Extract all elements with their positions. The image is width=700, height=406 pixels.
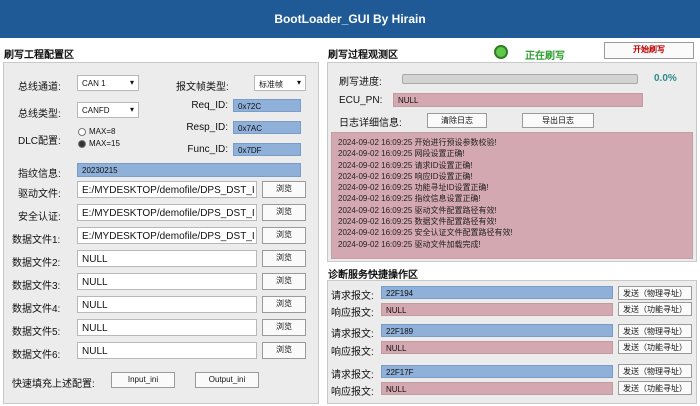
- req-field-2[interactable]: 22F189: [381, 324, 613, 337]
- observe-section-title: 刷写过程观测区: [328, 50, 398, 61]
- dlc-max8-label: MAX=8: [89, 127, 116, 136]
- resp-field-2[interactable]: NULL: [381, 341, 613, 354]
- config-section-title: 刷写工程配置区: [4, 50, 74, 61]
- clear-log-button[interactable]: 清除日志: [427, 113, 487, 128]
- send-physical-button-3[interactable]: 发送（物理寻址）: [618, 364, 692, 378]
- resp-label-3: 响应报文:: [331, 387, 374, 398]
- dlc-max15-label: MAX=15: [89, 139, 120, 148]
- progress-bar: [402, 74, 638, 84]
- browse-button-driver[interactable]: 浏览: [262, 181, 306, 198]
- status-indicator-icon: [494, 45, 508, 59]
- resp-label-1: 响应报文:: [331, 308, 374, 319]
- dlc-max8-radio[interactable]: [78, 128, 86, 136]
- title-bar: BootLoader_GUI By Hirain: [0, 0, 700, 38]
- req-id-field[interactable]: 0x72C: [233, 99, 301, 112]
- progress-percent: 0.0%: [654, 73, 677, 84]
- send-physical-button-1[interactable]: 发送（物理寻址）: [618, 286, 692, 300]
- log-line: 2024-09-02 16:09:25 响应ID设置正确!: [338, 171, 473, 181]
- log-line: 2024-09-02 16:09:25 驱动文件加载完成!: [338, 239, 481, 249]
- fingerprint-label: 指纹信息:: [18, 169, 61, 180]
- log-line: 2024-09-02 16:09:25 网段设置正确!: [338, 149, 465, 159]
- frame-type-select[interactable]: 标准帧 ▾: [254, 75, 306, 91]
- bus-channel-label: 总线通道:: [18, 82, 61, 93]
- send-functional-button-1[interactable]: 发送（功能寻址）: [618, 302, 692, 316]
- browse-button-data5[interactable]: 浏览: [262, 319, 306, 336]
- chevron-down-icon: ▾: [296, 78, 301, 87]
- start-flash-button[interactable]: 开始刷写: [604, 42, 694, 59]
- frame-type-value: 标准帧: [259, 80, 283, 89]
- file-field-security[interactable]: E:/MYDESKTOP/demofile/DPS_DST_I: [77, 204, 257, 221]
- bus-channel-value: CAN 1: [82, 79, 106, 88]
- log-line: 2024-09-02 16:09:25 功能寻址ID设置正确!: [338, 183, 489, 193]
- progress-label: 刷写进度:: [339, 77, 382, 88]
- file-label-data4: 数据文件4:: [12, 304, 61, 315]
- req-label-3: 请求报文:: [331, 370, 374, 381]
- resp-id-label: Resp_ID:: [186, 122, 228, 133]
- file-field-data2[interactable]: NULL: [77, 250, 257, 267]
- browse-button-data3[interactable]: 浏览: [262, 273, 306, 290]
- frame-type-label: 报文帧类型:: [176, 82, 229, 93]
- log-line: 2024-09-02 16:09:25 安全认证文件配置路径有效!: [338, 228, 513, 238]
- browse-button-security[interactable]: 浏览: [262, 204, 306, 221]
- log-line: 2024-09-02 16:09:25 请求ID设置正确!: [338, 160, 473, 170]
- browse-button-data2[interactable]: 浏览: [262, 250, 306, 267]
- dlc-label: DLC配置:: [18, 136, 61, 147]
- chevron-down-icon: ▾: [129, 105, 134, 114]
- file-field-data1[interactable]: E:/MYDESKTOP/demofile/DPS_DST_I: [77, 227, 257, 244]
- file-label-data5: 数据文件5:: [12, 327, 61, 338]
- ecu-pn-field[interactable]: NULL: [393, 93, 643, 107]
- status-text: 正在刷写: [525, 51, 565, 62]
- output-ini-button[interactable]: Output_ini: [195, 372, 259, 388]
- input-ini-button[interactable]: Input_ini: [111, 372, 175, 388]
- window-title: BootLoader_GUI By Hirain: [274, 12, 426, 26]
- file-field-driver[interactable]: E:/MYDESKTOP/demofile/DPS_DST_I: [77, 181, 257, 198]
- req-field-1[interactable]: 22F194: [381, 286, 613, 299]
- resp-id-field[interactable]: 0x7AC: [233, 121, 301, 134]
- req-field-3[interactable]: 22F17F: [381, 365, 613, 378]
- browse-button-data6[interactable]: 浏览: [262, 342, 306, 359]
- dlc-max15-radio[interactable]: [78, 140, 86, 148]
- ecu-pn-label: ECU_PN:: [339, 95, 383, 106]
- browse-button-data1[interactable]: 浏览: [262, 227, 306, 244]
- export-log-button[interactable]: 导出日志: [522, 113, 594, 128]
- func-id-field[interactable]: 0x7DF: [233, 143, 301, 156]
- log-area[interactable]: 2024-09-02 16:09:25 开始进行预设参数校验! 2024-09-…: [331, 132, 693, 259]
- log-label: 日志详细信息:: [339, 118, 402, 129]
- quick-fill-label: 快速填充上述配置:: [12, 379, 95, 390]
- bus-channel-select[interactable]: CAN 1 ▾: [77, 75, 139, 91]
- send-physical-button-2[interactable]: 发送（物理寻址）: [618, 324, 692, 338]
- file-label-data1: 数据文件1:: [12, 235, 61, 246]
- file-label-data6: 数据文件6:: [12, 350, 61, 361]
- file-label-security: 安全认证:: [18, 212, 61, 223]
- file-field-data3[interactable]: NULL: [77, 273, 257, 290]
- send-functional-button-2[interactable]: 发送（功能寻址）: [618, 340, 692, 354]
- file-label-data3: 数据文件3:: [12, 281, 61, 292]
- file-field-data6[interactable]: NULL: [77, 342, 257, 359]
- req-id-label: Req_ID:: [191, 100, 228, 111]
- browse-button-data4[interactable]: 浏览: [262, 296, 306, 313]
- log-line: 2024-09-02 16:09:25 开始进行预设参数校验!: [338, 138, 497, 147]
- file-label-driver: 驱动文件:: [18, 189, 61, 200]
- resp-label-2: 响应报文:: [331, 347, 374, 358]
- log-line: 2024-09-02 16:09:25 指纹信息设置正确!: [338, 194, 481, 204]
- bus-type-select[interactable]: CANFD ▾: [77, 102, 139, 118]
- log-line: 2024-09-02 16:09:25 数据文件配置路径有效!: [338, 217, 497, 227]
- log-line: 2024-09-02 16:09:25 驱动文件配置路径有效!: [338, 205, 497, 215]
- bus-type-value: CANFD: [82, 106, 110, 115]
- send-functional-button-3[interactable]: 发送（功能寻址）: [618, 381, 692, 395]
- req-label-2: 请求报文:: [331, 329, 374, 340]
- bus-type-label: 总线类型:: [18, 109, 61, 120]
- req-label-1: 请求报文:: [331, 291, 374, 302]
- resp-field-1[interactable]: NULL: [381, 303, 613, 316]
- file-field-data5[interactable]: NULL: [77, 319, 257, 336]
- fingerprint-field[interactable]: 20230215: [77, 163, 301, 177]
- diag-section-title: 诊断服务快捷操作区: [328, 270, 418, 281]
- resp-field-3[interactable]: NULL: [381, 382, 613, 395]
- file-field-data4[interactable]: NULL: [77, 296, 257, 313]
- file-label-data2: 数据文件2:: [12, 258, 61, 269]
- func-id-label: Func_ID:: [187, 144, 228, 155]
- chevron-down-icon: ▾: [129, 78, 134, 87]
